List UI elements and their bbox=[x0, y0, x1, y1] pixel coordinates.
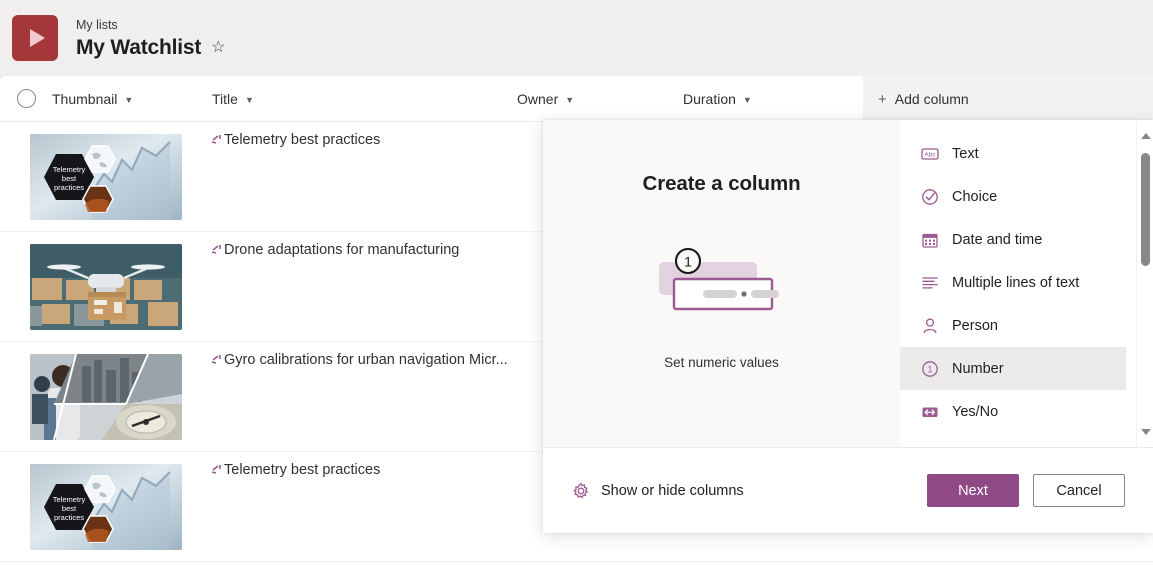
chevron-down-icon[interactable]: ▼ bbox=[124, 95, 133, 105]
svg-text:1: 1 bbox=[927, 364, 932, 374]
show-or-hide-columns-label: Show or hide columns bbox=[601, 482, 744, 499]
row-title-cell: Telemetry best practices bbox=[212, 452, 380, 562]
type-option-multiple-lines-of-text[interactable]: Multiple lines of text bbox=[900, 261, 1126, 304]
gear-icon bbox=[572, 482, 590, 500]
row-title[interactable]: Gyro calibrations for urban navigation M… bbox=[224, 350, 508, 370]
thumbnail-drone bbox=[30, 243, 182, 330]
thumbnail-telemetry: Telemetry best practices bbox=[30, 463, 182, 550]
illustration-caption: Set numeric values bbox=[664, 355, 779, 370]
list-play-icon bbox=[12, 15, 58, 61]
svg-text:Telemetry: Telemetry bbox=[53, 495, 86, 504]
column-header-thumbnail[interactable]: Thumbnail ▼ bbox=[52, 76, 212, 122]
new-item-sparkle-icon bbox=[212, 464, 224, 478]
column-header-owner[interactable]: Owner ▼ bbox=[517, 76, 683, 122]
number-one-circle-icon: 1 bbox=[920, 359, 939, 378]
scrollbar-thumb[interactable] bbox=[1141, 153, 1150, 266]
new-item-sparkle-icon bbox=[212, 244, 224, 258]
scroll-up-arrow-icon[interactable] bbox=[1137, 127, 1153, 144]
type-option-number[interactable]: 1 Number bbox=[900, 347, 1126, 390]
chevron-down-icon[interactable]: ▼ bbox=[565, 95, 574, 105]
select-all-cell[interactable] bbox=[0, 89, 52, 108]
column-header-owner-label: Owner bbox=[517, 90, 559, 107]
star-icon[interactable]: ☆ bbox=[211, 39, 225, 56]
svg-text:Abc: Abc bbox=[924, 151, 936, 158]
svg-text:best: best bbox=[62, 174, 77, 183]
show-or-hide-columns-link[interactable]: Show or hide columns bbox=[572, 482, 744, 500]
app-root: My lists My Watchlist ☆ Thumbnail ▼ Titl… bbox=[0, 0, 1153, 565]
breadcrumb[interactable]: My lists bbox=[76, 17, 226, 34]
check-circle-icon bbox=[920, 187, 939, 206]
row-title-cell: Gyro calibrations for urban navigation M… bbox=[212, 342, 508, 452]
type-option-label: Choice bbox=[952, 188, 998, 205]
row-title-cell: Telemetry best practices bbox=[212, 122, 380, 232]
type-option-label: Person bbox=[952, 317, 998, 334]
type-option-text[interactable]: Abc Text bbox=[900, 132, 1126, 175]
abc-text-icon: Abc bbox=[920, 144, 939, 163]
type-option-label: Yes/No bbox=[952, 403, 999, 420]
type-option-label: Date and time bbox=[952, 231, 1043, 248]
cancel-button[interactable]: Cancel bbox=[1033, 474, 1125, 507]
row-title[interactable]: Telemetry best practices bbox=[224, 460, 380, 480]
type-option-label: Multiple lines of text bbox=[952, 274, 1080, 291]
column-header-title[interactable]: Title ▼ bbox=[212, 76, 517, 122]
calendar-icon bbox=[920, 230, 939, 249]
row-thumbnail-cell: Telemetry best practices bbox=[0, 133, 212, 220]
column-header-thumbnail-label: Thumbnail bbox=[52, 90, 118, 107]
add-column-button[interactable]: + Add column bbox=[863, 76, 1153, 122]
type-option-person[interactable]: Person bbox=[900, 304, 1126, 347]
page-title: My Watchlist bbox=[76, 35, 202, 59]
play-triangle-icon bbox=[29, 29, 45, 47]
row-title-cell: Drone adaptations for manufacturing bbox=[212, 232, 459, 342]
type-list-scrollbar[interactable] bbox=[1136, 120, 1153, 447]
dialog-body: Create a column 1 Set numeric values Abc… bbox=[543, 120, 1153, 447]
new-item-sparkle-icon bbox=[212, 354, 224, 368]
scroll-down-arrow-icon[interactable] bbox=[1137, 423, 1153, 440]
svg-text:practices: practices bbox=[54, 183, 84, 192]
title-row: My Watchlist ☆ bbox=[76, 36, 226, 60]
type-option-label: Text bbox=[952, 145, 979, 162]
type-option-yes-no[interactable]: Yes/No bbox=[900, 390, 1126, 433]
svg-text:1: 1 bbox=[684, 254, 692, 270]
header-text-block: My lists My Watchlist ☆ bbox=[76, 17, 226, 60]
chevron-down-icon[interactable]: ▼ bbox=[245, 95, 254, 105]
type-option-date-and-time[interactable]: Date and time bbox=[900, 218, 1126, 261]
lines-of-text-icon bbox=[920, 273, 939, 292]
column-header-duration[interactable]: Duration ▼ bbox=[683, 76, 863, 122]
type-option-choice[interactable]: Choice bbox=[900, 175, 1126, 218]
plus-icon: + bbox=[878, 90, 887, 108]
svg-text:best: best bbox=[62, 504, 77, 513]
thumbnail-gyro bbox=[30, 353, 182, 440]
page-header: My lists My Watchlist ☆ bbox=[0, 0, 1153, 76]
next-button[interactable]: Next bbox=[927, 474, 1019, 507]
row-thumbnail-cell bbox=[0, 353, 212, 440]
column-type-pane: Abc Text Choice Date and time Multiple l… bbox=[900, 120, 1153, 447]
row-thumbnail-cell: Telemetry best practices bbox=[0, 463, 212, 550]
toggle-yes-no-icon bbox=[920, 402, 939, 421]
add-column-label: Add column bbox=[894, 91, 969, 107]
person-icon bbox=[920, 316, 939, 335]
row-title[interactable]: Drone adaptations for manufacturing bbox=[224, 240, 459, 260]
row-thumbnail-cell bbox=[0, 243, 212, 330]
chevron-down-icon[interactable]: ▼ bbox=[743, 95, 752, 105]
number-column-illustration: 1 bbox=[647, 248, 797, 318]
row-title[interactable]: Telemetry best practices bbox=[224, 130, 380, 150]
column-header-duration-label: Duration bbox=[683, 90, 736, 107]
column-header-title-label: Title bbox=[212, 90, 238, 107]
svg-text:Telemetry: Telemetry bbox=[53, 165, 86, 174]
select-all-circle[interactable] bbox=[16, 89, 36, 108]
type-option-label: Number bbox=[952, 360, 1004, 377]
thumbnail-telemetry: Telemetry best practices bbox=[30, 133, 182, 220]
dialog-footer: Show or hide columns Next Cancel bbox=[543, 447, 1153, 533]
dialog-heading: Create a column bbox=[642, 172, 801, 195]
dialog-preview-pane: Create a column 1 Set numeric values bbox=[543, 120, 900, 447]
column-header-row: Thumbnail ▼ Title ▼ Owner ▼ Duration ▼ +… bbox=[0, 76, 1153, 122]
svg-text:practices: practices bbox=[54, 513, 84, 522]
column-type-list: Abc Text Choice Date and time Multiple l… bbox=[900, 120, 1136, 447]
create-column-dialog: Create a column 1 Set numeric values Abc… bbox=[543, 120, 1153, 533]
new-item-sparkle-icon bbox=[212, 134, 224, 148]
